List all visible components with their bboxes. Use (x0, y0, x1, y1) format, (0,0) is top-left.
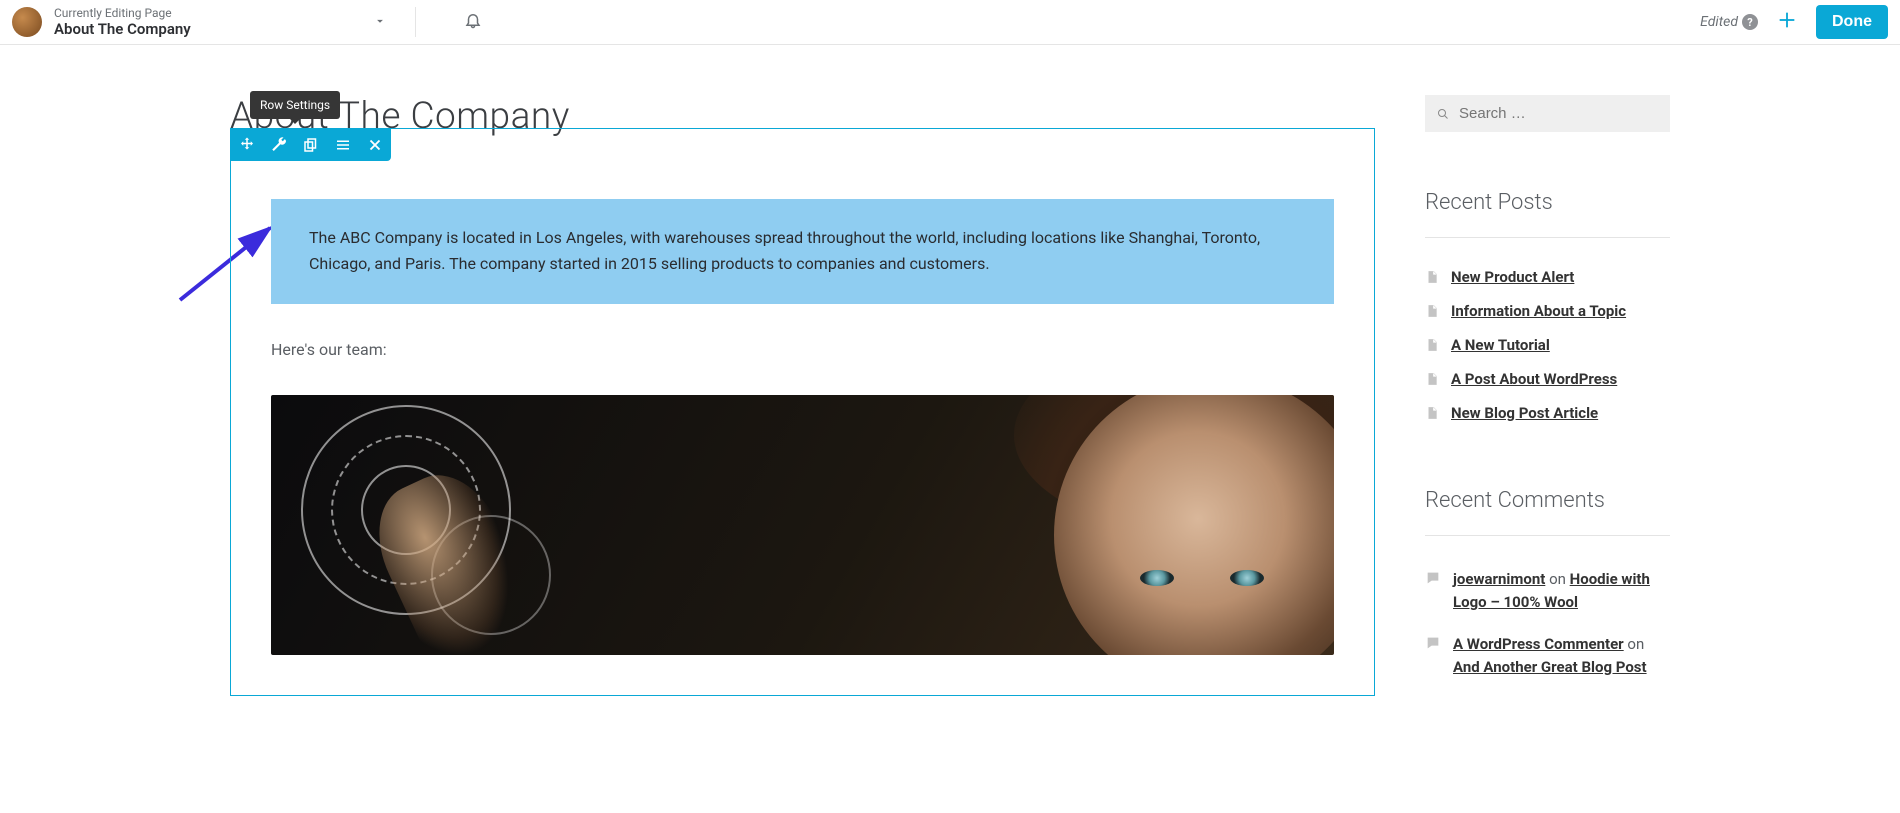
page-title: About The Company (54, 20, 191, 38)
chevron-down-icon (373, 14, 387, 28)
search-box[interactable] (1425, 95, 1670, 132)
help-icon[interactable]: ? (1742, 14, 1758, 30)
row-remove-button[interactable] (359, 129, 391, 161)
page-title-block[interactable]: Currently Editing Page About The Company (54, 6, 191, 38)
list-item: New Product Alert (1425, 260, 1670, 294)
comment-body: A WordPress Commenter on And Another Gre… (1453, 633, 1670, 678)
comment-body: joewarnimont on Hoodie with Logo – 100% … (1453, 568, 1670, 613)
face-shape (1054, 395, 1334, 655)
main-wrap: About The Company Row Settings (0, 45, 1900, 696)
document-icon (1425, 303, 1439, 319)
bell-icon (464, 11, 482, 29)
recent-comments-title: Recent Comments (1425, 488, 1670, 513)
title-dropdown-button[interactable] (363, 7, 397, 38)
document-icon (1425, 371, 1439, 387)
wrench-icon (270, 136, 288, 154)
document-icon (1425, 405, 1439, 421)
team-label[interactable]: Here's our team: (271, 340, 1334, 359)
top-bar: Currently Editing Page About The Company… (0, 0, 1900, 45)
plus-icon (1776, 9, 1798, 31)
row-toolbar (231, 129, 391, 161)
list-item: Information About a Topic (1425, 294, 1670, 328)
document-icon (1425, 269, 1439, 285)
intro-callout[interactable]: The ABC Company is located in Los Angele… (271, 199, 1334, 304)
post-link[interactable]: A Post About WordPress (1451, 370, 1617, 388)
callout-text: The ABC Company is located in Los Angele… (309, 228, 1260, 273)
row-settings-tooltip: Row Settings (250, 91, 340, 119)
list-item: A WordPress Commenter on And Another Gre… (1425, 623, 1670, 688)
on-word: on (1549, 570, 1566, 588)
move-icon (238, 136, 256, 154)
post-link[interactable]: New Blog Post Article (1451, 404, 1598, 422)
beaver-logo-icon (12, 7, 42, 37)
recent-comments-list: joewarnimont on Hoodie with Logo – 100% … (1425, 558, 1670, 688)
recent-posts-title: Recent Posts (1425, 190, 1670, 215)
comment-author-link[interactable]: A WordPress Commenter (1453, 635, 1624, 653)
list-item: A New Tutorial (1425, 328, 1670, 362)
row-duplicate-button[interactable] (295, 129, 327, 161)
on-word: on (1627, 635, 1644, 653)
notifications-button[interactable] (454, 5, 492, 39)
row-editing-box[interactable]: Row Settings The ABC Comp (230, 128, 1375, 696)
search-input[interactable] (1459, 105, 1658, 122)
vertical-divider (415, 7, 416, 37)
post-link[interactable]: A New Tutorial (1451, 336, 1550, 354)
comment-post-link[interactable]: And Another Great Blog Post (1453, 658, 1647, 676)
sidebar: Recent Posts New Product Alert Informatio… (1425, 95, 1670, 696)
eye-shape (1140, 570, 1174, 586)
row-move-button[interactable] (231, 129, 263, 161)
document-icon (1425, 337, 1439, 353)
post-link[interactable]: Information About a Topic (1451, 302, 1626, 320)
comment-author-link[interactable]: joewarnimont (1453, 570, 1545, 588)
divider (1425, 535, 1670, 536)
list-item: A Post About WordPress (1425, 362, 1670, 396)
copy-icon (302, 136, 320, 154)
edited-status: Edited ? (1700, 14, 1758, 30)
list-item: joewarnimont on Hoodie with Logo – 100% … (1425, 558, 1670, 623)
row-settings-button[interactable] (263, 129, 295, 161)
eye-shape (1230, 570, 1264, 586)
search-icon (1437, 106, 1449, 122)
topbar-right: Edited ? Done (1700, 5, 1888, 39)
post-link[interactable]: New Product Alert (1451, 268, 1574, 286)
topbar-left: Currently Editing Page About The Company (12, 5, 492, 39)
list-item: New Blog Post Article (1425, 396, 1670, 430)
recent-posts-list: New Product Alert Information About a Top… (1425, 260, 1670, 430)
editing-subtitle: Currently Editing Page (54, 6, 191, 20)
close-icon (366, 136, 384, 154)
divider (1425, 237, 1670, 238)
edited-label: Edited (1700, 14, 1738, 30)
row-columns-button[interactable] (327, 129, 359, 161)
chat-icon (1425, 635, 1441, 651)
done-button[interactable]: Done (1816, 5, 1888, 39)
chat-icon (1425, 570, 1441, 586)
hamburger-icon (334, 136, 352, 154)
team-hero-image[interactable] (271, 395, 1334, 655)
add-content-button[interactable] (1772, 8, 1802, 36)
main-column: About The Company Row Settings (230, 95, 1375, 696)
